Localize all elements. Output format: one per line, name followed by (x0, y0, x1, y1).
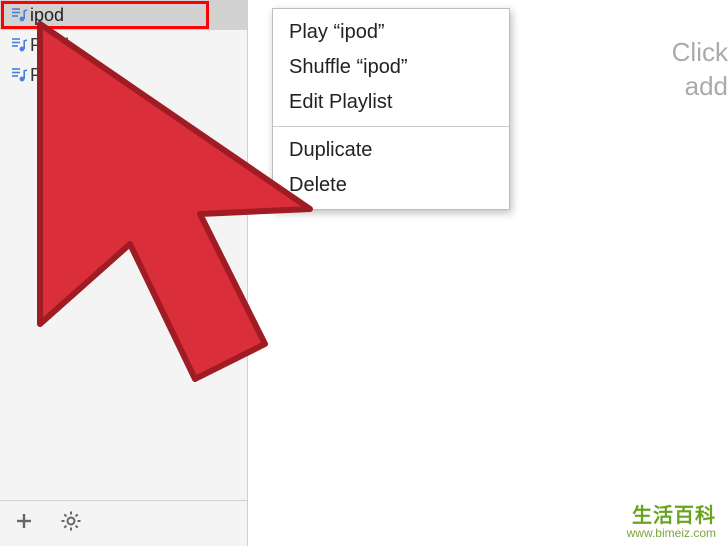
plus-icon (14, 511, 34, 531)
hint-text: Click add (672, 36, 728, 104)
watermark: 生活百科 www.bimeiz.com (627, 505, 716, 540)
sidebar-item-playlist-1[interactable]: Playl (0, 30, 247, 60)
sidebar-item-label: ipod (30, 5, 64, 26)
menu-item-delete[interactable]: Delete (273, 168, 509, 203)
menu-item-shuffle[interactable]: Shuffle “ipod” (273, 50, 509, 85)
context-menu: Play “ipod” Shuffle “ipod” Edit Playlist… (272, 8, 510, 210)
sidebar-footer (0, 500, 247, 546)
playlist-icon (8, 36, 30, 54)
add-button[interactable] (14, 511, 34, 536)
menu-item-duplicate[interactable]: Duplicate (273, 133, 509, 168)
sidebar-item-playlist-2[interactable]: Playl (0, 60, 247, 90)
sidebar: ipod Playl (0, 0, 248, 546)
gear-icon (60, 510, 82, 532)
sidebar-item-label: Playl (30, 65, 69, 86)
watermark-url: www.bimeiz.com (627, 527, 716, 540)
menu-separator (273, 126, 509, 127)
sidebar-item-ipod[interactable]: ipod (0, 0, 247, 30)
menu-item-edit-playlist[interactable]: Edit Playlist (273, 85, 509, 120)
hint-line2: add (672, 70, 728, 104)
menu-item-play[interactable]: Play “ipod” (273, 15, 509, 50)
sidebar-list: ipod Playl (0, 0, 247, 90)
sidebar-item-label: Playl (30, 35, 69, 56)
settings-button[interactable] (60, 510, 82, 537)
hint-line1: Click (672, 36, 728, 70)
playlist-icon (8, 6, 30, 24)
watermark-title: 生活百科 (627, 505, 716, 527)
playlist-icon (8, 66, 30, 84)
